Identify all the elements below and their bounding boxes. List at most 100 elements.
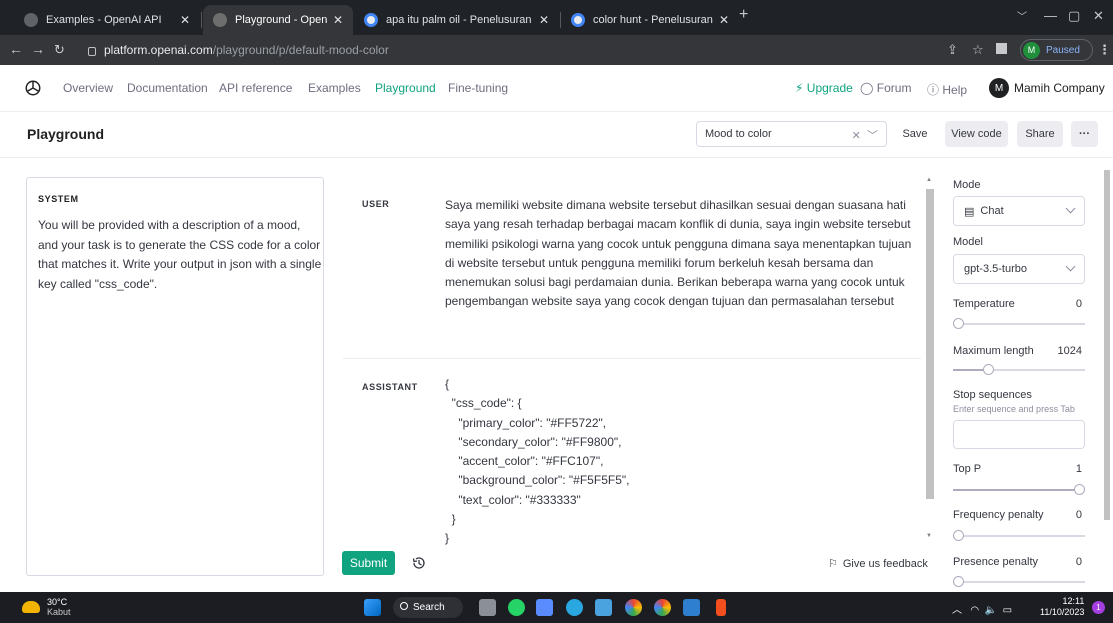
max-length-value[interactable]: 1024 bbox=[1050, 345, 1082, 357]
nav-playground[interactable]: Playground bbox=[375, 81, 436, 95]
share-button[interactable]: Share bbox=[1017, 121, 1063, 147]
scroll-thumb[interactable] bbox=[1104, 170, 1110, 520]
browser-tab[interactable]: apa itu palm oil - Penelusuran G ✕ bbox=[354, 5, 559, 35]
reload-icon[interactable]: ↻ bbox=[54, 42, 65, 58]
frequency-penalty-value[interactable]: 0 bbox=[1060, 509, 1082, 521]
url-path: /playground/p/default-mood-color bbox=[212, 43, 389, 57]
whatsapp-icon[interactable] bbox=[508, 599, 525, 616]
nav-documentation[interactable]: Documentation bbox=[127, 81, 208, 95]
profile-button[interactable]: M Paused bbox=[1020, 39, 1093, 61]
user-message-text[interactable]: Saya memiliki website dimana website ter… bbox=[445, 167, 915, 312]
top-p-value[interactable]: 1 bbox=[1060, 463, 1082, 475]
tab-search-chevron-icon[interactable]: ﹀ bbox=[1017, 8, 1027, 23]
address-bar[interactable]: platform.openai.com /playground/p/defaul… bbox=[88, 39, 933, 61]
chrome-profile-icon[interactable] bbox=[654, 599, 671, 616]
task-view-icon[interactable] bbox=[479, 599, 496, 616]
share-page-icon[interactable]: ⇪ bbox=[947, 42, 958, 58]
temperature-slider[interactable] bbox=[953, 318, 1085, 330]
close-window-icon[interactable]: ✕ bbox=[1093, 8, 1104, 24]
org-name[interactable]: Mamih Company bbox=[1014, 81, 1105, 95]
back-icon[interactable]: ← bbox=[9, 41, 23, 57]
view-code-button[interactable]: View code bbox=[945, 121, 1008, 147]
url-host: platform.openai.com bbox=[104, 43, 213, 57]
help-link[interactable]: ⓘ Help bbox=[927, 81, 967, 98]
new-tab-button[interactable]: + bbox=[739, 6, 748, 24]
stop-sequences-input[interactable] bbox=[953, 420, 1085, 449]
clear-and-chevron-icon[interactable]: ✕ ﹀ bbox=[852, 127, 878, 143]
more-options-button[interactable]: ··· bbox=[1071, 121, 1098, 147]
nav-examples[interactable]: Examples bbox=[308, 81, 361, 95]
presence-penalty-value[interactable]: 0 bbox=[1060, 556, 1082, 568]
model-select[interactable]: gpt-3.5-turbo bbox=[953, 254, 1085, 284]
upgrade-label: Upgrade bbox=[806, 81, 853, 95]
mode-label: Mode bbox=[953, 179, 981, 191]
vscode-icon[interactable] bbox=[683, 599, 700, 616]
scroll-thumb[interactable] bbox=[926, 189, 934, 499]
minimize-icon[interactable]: — bbox=[1044, 8, 1057, 23]
lock-icon bbox=[88, 46, 96, 56]
slider-knob[interactable] bbox=[953, 530, 964, 541]
nav-fine-tuning[interactable]: Fine-tuning bbox=[448, 81, 508, 95]
slider-knob[interactable] bbox=[953, 318, 964, 329]
forum-link[interactable]: ◯ Forum bbox=[860, 81, 911, 95]
assistant-role-label[interactable]: ASSISTANT bbox=[362, 382, 418, 392]
submit-button[interactable]: Submit bbox=[342, 551, 395, 575]
give-feedback-link[interactable]: ⚐ Give us feedback bbox=[828, 557, 928, 571]
restore-icon[interactable]: ▢ bbox=[1068, 8, 1080, 24]
browser-tab[interactable]: Examples - OpenAI API ✕ bbox=[14, 5, 200, 35]
openai-favicon-icon bbox=[24, 13, 38, 27]
scroll-down-icon[interactable]: ▼ bbox=[926, 533, 932, 539]
notification-badge[interactable]: 1 bbox=[1092, 601, 1105, 614]
lightning-icon: ⚡ bbox=[795, 81, 804, 95]
system-tray-icons[interactable]: ︿ ◠ 🔈 ▭ bbox=[952, 601, 1012, 616]
org-avatar[interactable]: M bbox=[989, 78, 1009, 98]
mode-select[interactable]: ▤ Chat bbox=[953, 196, 1085, 226]
preset-select[interactable]: Mood to color ✕ ﹀ bbox=[696, 121, 887, 147]
user-role-label[interactable]: USER bbox=[362, 199, 389, 209]
close-tab-icon[interactable]: ✕ bbox=[539, 13, 549, 27]
slider-knob[interactable] bbox=[1074, 484, 1085, 495]
preset-value: Mood to color bbox=[705, 128, 772, 140]
nav-api-reference[interactable]: API reference bbox=[219, 81, 292, 95]
top-p-slider[interactable] bbox=[953, 484, 1085, 496]
edge-browser-icon[interactable] bbox=[566, 599, 583, 616]
weather-widget[interactable]: 30°C Kabut bbox=[22, 597, 71, 617]
close-tab-icon[interactable]: ✕ bbox=[333, 13, 343, 27]
weather-temp: 30°C bbox=[47, 597, 68, 607]
kebab-menu-icon[interactable]: ⋮ bbox=[1098, 42, 1111, 58]
settings-scrollbar[interactable] bbox=[1101, 158, 1113, 592]
forward-icon[interactable]: → bbox=[31, 41, 45, 57]
windows-start-icon[interactable] bbox=[364, 599, 381, 616]
nav-overview[interactable]: Overview bbox=[63, 81, 113, 95]
scroll-up-icon[interactable]: ▲ bbox=[926, 177, 932, 183]
temperature-value[interactable]: 0 bbox=[1060, 298, 1082, 310]
bookmark-star-icon[interactable]: ☆ bbox=[972, 42, 984, 58]
slider-knob[interactable] bbox=[953, 576, 964, 587]
figma-icon[interactable] bbox=[716, 599, 726, 616]
frequency-penalty-slider[interactable] bbox=[953, 530, 1085, 542]
chrome-icon[interactable] bbox=[625, 599, 642, 616]
close-tab-icon[interactable]: ✕ bbox=[719, 13, 729, 27]
max-length-slider[interactable] bbox=[953, 364, 1085, 376]
browser-tab[interactable]: color hunt - Penelusuran Google ✕ bbox=[561, 5, 739, 35]
browser-tab-active[interactable]: Playground - OpenAI API ✕ bbox=[203, 5, 353, 35]
presence-penalty-slider[interactable] bbox=[953, 576, 1085, 588]
save-button[interactable]: Save bbox=[897, 121, 933, 147]
system-label: SYSTEM bbox=[38, 194, 79, 204]
clock[interactable]: 12:11 11/10/2023 bbox=[1040, 596, 1084, 618]
page-title: Playground bbox=[27, 126, 105, 142]
slider-knob[interactable] bbox=[983, 364, 994, 375]
side-panel-icon[interactable] bbox=[996, 43, 1007, 54]
history-icon[interactable] bbox=[411, 555, 427, 571]
notes-app-icon[interactable] bbox=[536, 599, 553, 616]
system-message-text[interactable]: You will be provided with a description … bbox=[38, 216, 323, 294]
assistant-message-text[interactable]: { "css_code": { "primary_color": "#FF572… bbox=[445, 375, 915, 549]
system-message-panel[interactable]: SYSTEM You will be provided with a descr… bbox=[26, 177, 324, 576]
taskbar-search[interactable]: Search bbox=[393, 597, 463, 618]
app-navbar: Overview Documentation API reference Exa… bbox=[0, 65, 1113, 112]
photos-app-icon[interactable] bbox=[595, 599, 612, 616]
openai-logo-icon[interactable] bbox=[24, 79, 42, 97]
messages-scrollbar[interactable]: ▲ ▼ bbox=[924, 177, 936, 544]
close-tab-icon[interactable]: ✕ bbox=[180, 13, 190, 27]
upgrade-link[interactable]: ⚡ Upgrade bbox=[795, 81, 853, 95]
